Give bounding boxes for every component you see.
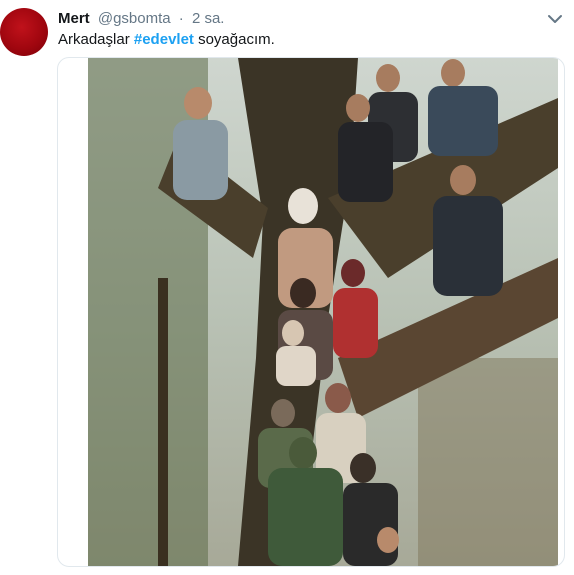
chevron-down-icon[interactable] [546,10,564,28]
pole [158,278,168,566]
tweet-text-before: Arkadaşlar [58,31,134,48]
avatar[interactable] [0,8,48,56]
tweet-text: Arkadaşlar #edevlet soyağacım. [58,30,275,50]
hashtag-link[interactable]: #edevlet [134,31,194,48]
tweet-timestamp[interactable]: 2 sa. [192,10,225,27]
family-tree-photo[interactable] [88,58,558,566]
separator-dot: · [178,10,184,27]
media-card[interactable] [57,57,565,567]
author-handle[interactable]: @gsbomta [98,10,171,27]
tweet-header: Mert @gsbomta · 2 sa. [58,9,574,29]
author-name[interactable]: Mert [58,10,90,27]
tweet-text-after: soyağacım. [193,31,275,48]
foliage-right [418,358,558,566]
